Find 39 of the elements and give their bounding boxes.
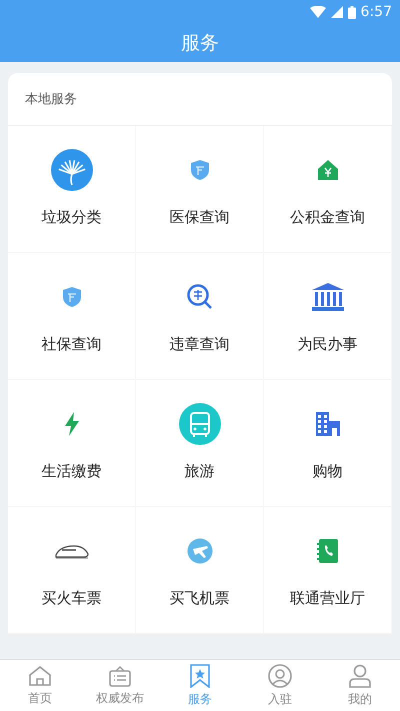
service-item[interactable]: 联通营业厅	[264, 507, 392, 634]
user-icon	[348, 664, 372, 688]
tab[interactable]: 首页	[0, 660, 80, 711]
shield-icon	[62, 286, 82, 308]
tab[interactable]: 我的	[320, 660, 400, 711]
palm-leaf-icon	[50, 148, 94, 192]
shield-icon	[190, 159, 210, 181]
section-title: 本地服务	[25, 91, 77, 108]
service-item[interactable]: 医保查询	[136, 126, 264, 253]
service-item[interactable]: 生活缴费	[8, 380, 136, 507]
service-item[interactable]: 买飞机票	[136, 507, 264, 634]
page-title: 服务	[181, 31, 219, 56]
service-item[interactable]: 买火车票	[8, 507, 136, 634]
service-item[interactable]: 社保查询	[8, 253, 136, 380]
buildings-icon	[314, 411, 340, 437]
tab[interactable]: 权威发布	[80, 660, 160, 711]
bank-building-icon	[310, 282, 344, 312]
battery-icon	[348, 6, 356, 18]
service-item[interactable]: 旅游	[136, 380, 264, 507]
status-time: 6:57	[360, 4, 392, 20]
service-item[interactable]: 为民办事	[264, 253, 392, 380]
lightning-icon	[64, 412, 80, 436]
signal-icon	[330, 6, 343, 18]
user-circle-icon	[268, 664, 292, 688]
house-icon	[28, 664, 52, 686]
wifi-icon	[310, 6, 326, 18]
notice-board-icon	[108, 664, 132, 686]
tab[interactable]: 入驻	[240, 660, 320, 711]
phone-book-icon	[316, 538, 338, 564]
airplane-icon	[186, 538, 212, 564]
train-icon	[54, 543, 90, 559]
magnifier-icon	[186, 284, 212, 310]
service-item[interactable]: 购物	[264, 380, 392, 507]
service-item[interactable]: 违章查询	[136, 253, 264, 380]
bookmark-star-icon	[189, 664, 211, 688]
service-item[interactable]: 垃圾分类	[8, 126, 136, 253]
house-yen-icon	[316, 159, 338, 181]
service-item[interactable]: 公积金查询	[264, 126, 392, 253]
bus-icon	[178, 402, 222, 446]
